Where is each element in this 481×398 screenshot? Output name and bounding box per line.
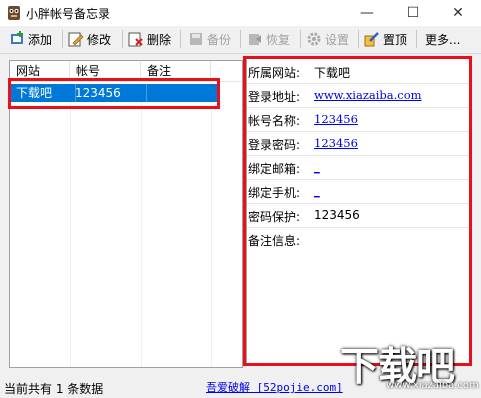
edit-button[interactable]: 修改 (68, 29, 111, 49)
highlight-box (8, 78, 220, 109)
backup-icon (190, 33, 202, 45)
record-count: 当前共有 1 条数据 (4, 382, 104, 396)
add-label: 添加 (28, 32, 53, 47)
delete-icon (128, 32, 143, 47)
toolbar-separator (416, 30, 417, 48)
add-button[interactable]: 添加 (9, 29, 52, 49)
pin-button[interactable]: 置顶 (364, 29, 407, 49)
toolbar-separator (300, 30, 301, 48)
window-title: 小胖帐号备忘录 (26, 7, 111, 21)
restore-button[interactable]: 恢复 (247, 29, 290, 49)
more-label: 更多... (425, 32, 461, 47)
grid-line (141, 81, 142, 367)
gear-icon (307, 32, 321, 46)
grid-line (70, 81, 71, 367)
toolbar: 添加 修改 删除 备份 恢复 设置 置顶 更多... (0, 26, 481, 54)
delete-label: 删除 (147, 32, 172, 47)
toolbar-separator (240, 30, 241, 48)
maximize-button[interactable]: ☐ (390, 0, 436, 26)
toolbar-separator (62, 30, 63, 48)
pin-label: 置顶 (383, 32, 408, 47)
close-button[interactable]: ✕ (435, 0, 481, 26)
delete-button[interactable]: 删除 (128, 29, 171, 49)
app-icon (8, 6, 20, 20)
grid-line (211, 81, 212, 367)
toolbar-separator (180, 30, 181, 48)
title-bar: 小胖帐号备忘录 — ☐ ✕ (0, 0, 481, 26)
edit-label: 修改 (87, 32, 112, 47)
watermark-url: www.xiazaiba.com (386, 380, 479, 391)
watermark: 下载吧 www.xiazaiba.com (338, 338, 481, 398)
minimize-button[interactable]: — (344, 0, 390, 26)
backup-button[interactable]: 备份 (188, 29, 231, 49)
edit-icon (68, 32, 84, 47)
forum-link[interactable]: 吾爱破解 [52pojie.com] (206, 379, 343, 395)
highlight-box (243, 56, 472, 366)
add-icon (11, 31, 23, 44)
backup-label: 备份 (207, 32, 232, 47)
toolbar-separator (122, 30, 123, 48)
pin-icon (364, 32, 379, 47)
more-button[interactable]: 更多... (425, 29, 460, 49)
restore-label: 恢复 (266, 32, 291, 47)
settings-label: 设置 (325, 32, 350, 47)
settings-button[interactable]: 设置 (306, 29, 349, 49)
toolbar-separator (358, 30, 359, 48)
restore-icon (249, 34, 261, 45)
